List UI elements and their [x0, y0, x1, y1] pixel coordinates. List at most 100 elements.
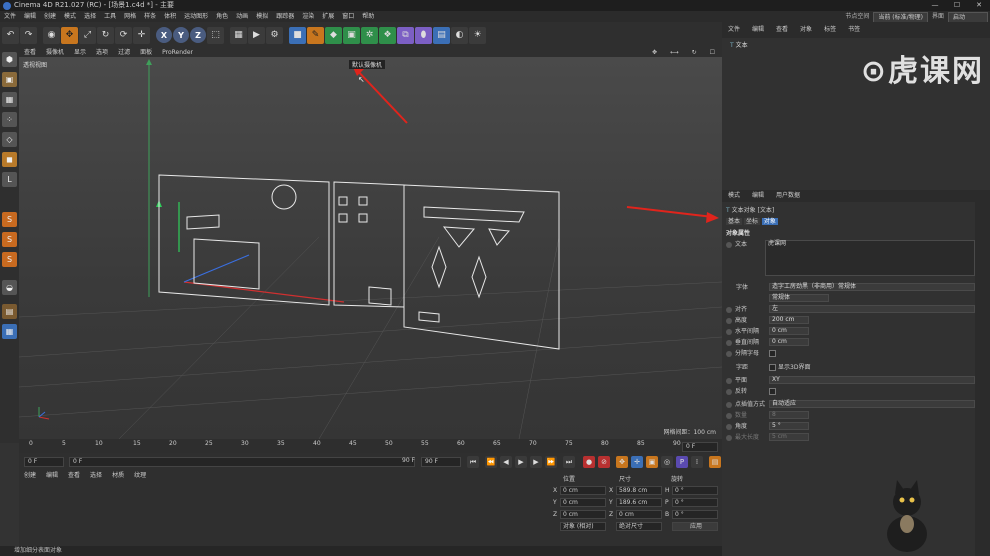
cube-icon[interactable]: ■: [289, 26, 306, 44]
start-frame-field[interactable]: 0 F: [24, 457, 64, 467]
plane-dropdown[interactable]: XY: [769, 376, 975, 384]
menu-create[interactable]: 创建: [40, 11, 60, 22]
menu-mode[interactable]: 模式: [60, 11, 80, 22]
size-y-field[interactable]: 189.6 cm: [616, 498, 662, 507]
close-button[interactable]: ✕: [968, 0, 990, 11]
menu-file[interactable]: 文件: [0, 11, 20, 22]
z-axis-icon[interactable]: Z: [190, 27, 206, 43]
goto-start-icon[interactable]: ⏮: [467, 456, 479, 468]
number-field[interactable]: 8: [769, 411, 809, 419]
key-pla-icon[interactable]: P: [676, 456, 688, 468]
attr-menu-mode[interactable]: 模式: [722, 190, 746, 202]
vp-menu-display[interactable]: 显示: [69, 48, 91, 57]
vspace-field[interactable]: 0 cm: [769, 338, 809, 346]
vp-menu-prorender[interactable]: ProRender: [157, 48, 198, 57]
key-param-icon[interactable]: ◎: [661, 456, 673, 468]
play-icon[interactable]: ▶: [515, 456, 527, 468]
y-axis-icon[interactable]: Y: [173, 27, 189, 43]
mat-menu-texture[interactable]: 纹理: [129, 471, 151, 481]
height-field[interactable]: 200 cm: [769, 316, 809, 324]
attr-menu-edit[interactable]: 编辑: [746, 190, 770, 202]
zoom-icon[interactable]: ⟷: [665, 48, 684, 57]
deformer-icon[interactable]: ⧉: [397, 26, 414, 44]
menu-extensions[interactable]: 扩展: [318, 11, 338, 22]
show3d-checkbox[interactable]: [769, 364, 776, 371]
rot-b-field[interactable]: 0 °: [672, 510, 718, 519]
obj-menu-object[interactable]: 对象: [794, 22, 818, 38]
menu-animate[interactable]: 动画: [232, 11, 252, 22]
menu-help[interactable]: 帮助: [358, 11, 378, 22]
hspace-field[interactable]: 0 cm: [769, 327, 809, 335]
redo-icon[interactable]: ↷: [20, 26, 37, 44]
next-frame-icon[interactable]: ▶: [530, 456, 542, 468]
menu-select[interactable]: 选择: [80, 11, 100, 22]
obj-menu-edit[interactable]: 编辑: [746, 22, 770, 38]
menu-mograph[interactable]: 运动图形: [180, 11, 212, 22]
light-icon[interactable]: ☀: [469, 26, 486, 44]
floor-icon[interactable]: ▤: [433, 26, 450, 44]
timeline-window-icon[interactable]: ▤: [709, 456, 721, 468]
vp-menu-view[interactable]: 查看: [19, 48, 41, 57]
live-select-icon[interactable]: ◉: [43, 26, 60, 44]
obj-menu-file[interactable]: 文件: [722, 22, 746, 38]
size-x-field[interactable]: 589.8 cm: [616, 486, 662, 495]
attr-tab-basic[interactable]: 基本: [726, 218, 743, 225]
obj-menu-view[interactable]: 查看: [770, 22, 794, 38]
rot-p-field[interactable]: 0 °: [672, 498, 718, 507]
menu-tools[interactable]: 工具: [100, 11, 120, 22]
maximize-view-icon[interactable]: ☐: [705, 48, 720, 57]
locked-workplane-icon[interactable]: ▦: [2, 324, 17, 339]
undo-icon[interactable]: ↶: [2, 26, 19, 44]
object-row-text[interactable]: T 文本: [730, 40, 748, 49]
end-frame-field[interactable]: 90 F: [421, 457, 461, 467]
points-mode-icon[interactable]: ⁘: [2, 112, 17, 127]
menu-volume[interactable]: 体积: [160, 11, 180, 22]
prev-frame-icon[interactable]: ◀: [500, 456, 512, 468]
apply-button[interactable]: 应用: [672, 522, 718, 531]
autokey-icon[interactable]: ⊘: [598, 456, 610, 468]
model-mode-icon[interactable]: ▣: [2, 72, 17, 87]
menu-simulate[interactable]: 模拟: [252, 11, 272, 22]
vp-menu-filter[interactable]: 过滤: [113, 48, 135, 57]
align-dropdown[interactable]: 左: [769, 305, 975, 313]
rotate-icon[interactable]: ↻: [97, 26, 114, 44]
mat-menu-select[interactable]: 选择: [85, 471, 107, 481]
orbit-icon[interactable]: ↻: [687, 48, 702, 57]
font-dropdown[interactable]: 造字工房劲黑（非商用）常规体: [769, 283, 975, 291]
vp-menu-camera[interactable]: 摄像机: [41, 48, 69, 57]
menu-mesh[interactable]: 网格: [120, 11, 140, 22]
interp-dropdown[interactable]: 自动适应: [769, 400, 975, 408]
font-style-dropdown[interactable]: 常规体: [769, 294, 829, 302]
maximize-button[interactable]: ☐: [946, 0, 968, 11]
perspective-viewport[interactable]: ↖ 透视视图 默认摄像机 网格间距：100 cm: [19, 57, 722, 439]
scale-icon[interactable]: ⤢: [79, 26, 96, 44]
menu-spline[interactable]: 样条: [140, 11, 160, 22]
mat-menu-view[interactable]: 查看: [63, 471, 85, 481]
pos-z-field[interactable]: 0 cm: [560, 510, 606, 519]
camera-icon[interactable]: ◐: [451, 26, 468, 44]
menu-tracker[interactable]: 跟踪器: [272, 11, 298, 22]
axis-mode-icon[interactable]: L: [2, 172, 17, 187]
prev-key-icon[interactable]: ⏪: [485, 456, 497, 468]
mograph-icon[interactable]: ❖: [379, 26, 396, 44]
make-editable-icon[interactable]: ⬢: [2, 52, 17, 67]
edges-mode-icon[interactable]: ◇: [2, 132, 17, 147]
timeline-ruler[interactable]: 0 5 10 15 20 25 30 35 40 45 50 55 60 65 …: [19, 439, 722, 453]
key-scale-icon[interactable]: ✛: [631, 456, 643, 468]
pos-x-field[interactable]: 0 cm: [560, 486, 606, 495]
tag-icon[interactable]: ⬮: [415, 26, 432, 44]
attr-menu-userdata[interactable]: 用户数据: [770, 190, 806, 202]
mat-menu-edit[interactable]: 编辑: [41, 471, 63, 481]
pos-y-field[interactable]: 0 cm: [560, 498, 606, 507]
menu-character[interactable]: 角色: [212, 11, 232, 22]
recent-icon[interactable]: ⟳: [115, 26, 132, 44]
x-axis-icon[interactable]: X: [156, 27, 172, 43]
minimize-button[interactable]: —: [924, 0, 946, 11]
rot-h-field[interactable]: 0 °: [672, 486, 718, 495]
text-value-field[interactable]: 虎课网: [765, 240, 975, 276]
size-z-field[interactable]: 0 cm: [616, 510, 662, 519]
snap-icon[interactable]: S: [2, 212, 17, 227]
move-icon[interactable]: ✥: [61, 26, 78, 44]
key-point-icon[interactable]: ⁞: [691, 456, 703, 468]
mat-menu-material[interactable]: 材质: [107, 471, 129, 481]
